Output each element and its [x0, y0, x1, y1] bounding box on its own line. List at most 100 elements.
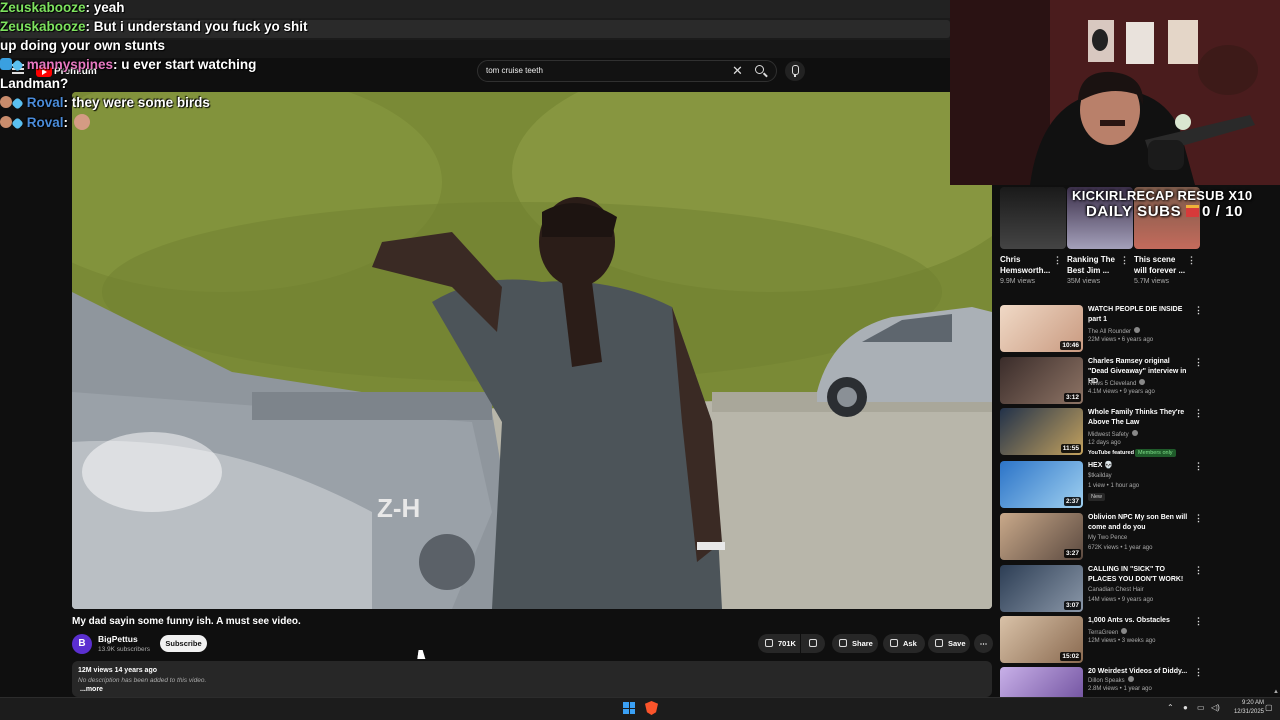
- more-options-icon[interactable]: ⋮: [1194, 565, 1203, 576]
- video-thumbnail[interactable]: 3:12: [1000, 357, 1083, 404]
- gift-icon: [1185, 205, 1199, 217]
- ask-button[interactable]: Ask: [883, 634, 925, 653]
- save-button[interactable]: Save: [928, 634, 970, 653]
- chat-message: mannyspines: u ever start watching: [0, 57, 256, 72]
- share-button[interactable]: Share: [832, 634, 878, 653]
- channel-name: News 5 Cleveland: [1088, 381, 1137, 387]
- video-duration: 3:27: [1063, 549, 1081, 558]
- windows-start-icon[interactable]: [623, 702, 635, 714]
- streamer-webcam: [950, 0, 1280, 185]
- notification-icon[interactable]: ▢: [1265, 703, 1273, 712]
- video-thumbnail[interactable]: [1000, 667, 1083, 697]
- recommendation-title[interactable]: 1,000 Ants vs. Obstacles: [1088, 616, 1192, 626]
- chevron-up-icon[interactable]: ⌃: [1167, 703, 1174, 712]
- recommendation-item[interactable]: 3:12 Charles Ramsey original "Dead Givea…: [1000, 357, 1210, 407]
- channel-avatar[interactable]: B: [72, 634, 92, 654]
- network-icon[interactable]: ▭: [1197, 703, 1205, 712]
- clock-time[interactable]: 9:20 AM: [1236, 700, 1264, 706]
- short-thumbnail[interactable]: [1000, 187, 1066, 249]
- short-title[interactable]: Ranking The Best Jim ...: [1067, 254, 1123, 276]
- more-options-icon[interactable]: ⋮: [1194, 357, 1203, 368]
- channel-name: Canadian Chest Hair: [1088, 587, 1144, 593]
- clock-date[interactable]: 12/31/2025: [1226, 709, 1264, 715]
- more-options-icon[interactable]: ⋮: [1053, 255, 1062, 266]
- channel-name[interactable]: BigPettus: [98, 634, 138, 644]
- more-actions-icon[interactable]: ⋯: [974, 634, 993, 653]
- search-icon[interactable]: [752, 62, 770, 80]
- description-box[interactable]: [72, 661, 992, 697]
- recommendation-channel[interactable]: Midwest Safety: [1088, 430, 1138, 438]
- more-options-icon[interactable]: ⋮: [1194, 667, 1203, 678]
- chat-message: Zeuskabooze: yeah: [0, 0, 125, 15]
- recommendation-title[interactable]: Whole Family Thinks They're Above The La…: [1088, 408, 1192, 428]
- channel-name: The All Rounder: [1088, 329, 1132, 335]
- featured-tag: YouTube featured: [1088, 450, 1134, 456]
- scroll-arrow-icon[interactable]: ▲: [1273, 689, 1279, 695]
- volume-icon[interactable]: ◁): [1211, 703, 1220, 712]
- like-button[interactable]: 701K: [758, 634, 800, 653]
- video-frame-illustration: Z-H: [72, 92, 992, 609]
- recommendation-item[interactable]: 3:07 CALLING IN "SICK" TO PLACES YOU DON…: [1000, 565, 1210, 615]
- recommendation-item[interactable]: 3:27 Oblivion NPC My son Ben will come a…: [1000, 513, 1210, 563]
- recommendation-meta: 22M views • 6 years ago: [1088, 337, 1154, 343]
- channel-name: Dillon Speaks: [1088, 678, 1125, 684]
- recommendation-item[interactable]: 11:55 Whole Family Thinks They're Above …: [1000, 408, 1210, 458]
- video-player[interactable]: Z-H: [72, 92, 992, 609]
- subscribe-button[interactable]: Subscribe: [160, 635, 207, 652]
- video-thumbnail[interactable]: 10:46: [1000, 305, 1083, 352]
- chat-username: Roval: [26, 95, 64, 110]
- tab-strip[interactable]: [0, 0, 950, 18]
- short-title[interactable]: This scene will forever ...: [1134, 254, 1190, 276]
- video-thumbnail[interactable]: 11:55: [1000, 408, 1083, 455]
- recommendation-item[interactable]: 20 Weirdest Videos of Diddy... Dillon Sp…: [1000, 667, 1210, 697]
- more-options-icon[interactable]: ⋮: [1194, 461, 1203, 472]
- recommendation-title[interactable]: WATCH PEOPLE DIE INSIDE part 1: [1088, 305, 1192, 325]
- clear-search-icon[interactable]: ✕: [732, 63, 743, 79]
- mouse-cursor-icon: [417, 650, 427, 659]
- video-thumbnail[interactable]: 2:37: [1000, 461, 1083, 508]
- recommendation-channel[interactable]: My Two Pence: [1088, 535, 1127, 541]
- ask-label: Ask: [903, 639, 917, 648]
- chat-message: Zeuskabooze: But i understand you fuck y…: [0, 19, 308, 34]
- more-options-icon[interactable]: ⋮: [1187, 255, 1196, 266]
- show-more-link[interactable]: ...more: [80, 686, 103, 693]
- sword-badge-icon: [11, 59, 24, 72]
- video-thumbnail[interactable]: 3:27: [1000, 513, 1083, 560]
- recommendation-channel[interactable]: News 5 Cleveland: [1088, 379, 1146, 387]
- share-icon: [839, 639, 847, 647]
- dislike-button[interactable]: [801, 634, 825, 653]
- chat-text: u ever start watching: [117, 57, 257, 72]
- chat-username: Roval: [26, 115, 64, 130]
- more-options-icon[interactable]: ⋮: [1120, 255, 1129, 266]
- video-duration: 2:37: [1063, 497, 1081, 506]
- recommendation-item[interactable]: 10:46 WATCH PEOPLE DIE INSIDE part 1 The…: [1000, 305, 1210, 355]
- verified-icon: [1139, 379, 1146, 385]
- goal-count: 0 / 10: [1201, 203, 1244, 220]
- microphone-tray-icon[interactable]: ●: [1183, 703, 1188, 712]
- recommendation-channel[interactable]: $tkailday: [1088, 473, 1112, 479]
- more-options-icon[interactable]: ⋮: [1194, 408, 1203, 419]
- recommendation-item[interactable]: 2:37 HEX 💀 $tkailday 1 view • 1 hour ago…: [1000, 461, 1210, 511]
- video-thumbnail[interactable]: 3:07: [1000, 565, 1083, 612]
- recommendation-title[interactable]: HEX 💀: [1088, 461, 1192, 471]
- video-thumbnail[interactable]: 15:02: [1000, 616, 1083, 663]
- recommendation-title[interactable]: Oblivion NPC My son Ben will come and do…: [1088, 513, 1192, 533]
- video-duration: 15:02: [1060, 652, 1081, 661]
- microphone-icon[interactable]: [785, 61, 805, 81]
- search-input[interactable]: tom cruise teeth: [486, 66, 543, 75]
- channel-name: TerraGreen: [1088, 630, 1119, 636]
- recommendation-channel[interactable]: The All Rounder: [1088, 327, 1141, 335]
- recommendation-meta: 1 view • 1 hour ago: [1088, 483, 1140, 489]
- new-badge: New: [1088, 493, 1106, 501]
- more-options-icon[interactable]: ⋮: [1194, 513, 1203, 524]
- recommendation-channel[interactable]: Dillon Speaks: [1088, 676, 1134, 684]
- video-duration: 3:12: [1063, 393, 1081, 402]
- more-options-icon[interactable]: ⋮: [1194, 616, 1203, 627]
- recommendation-item[interactable]: 15:02 1,000 Ants vs. Obstacles TerraGree…: [1000, 616, 1210, 666]
- recommendation-channel[interactable]: TerraGreen: [1088, 628, 1128, 636]
- recommendation-title[interactable]: CALLING IN "SICK" TO PLACES YOU DON'T WO…: [1088, 565, 1192, 585]
- chat-message: Roval:: [0, 114, 91, 130]
- more-options-icon[interactable]: ⋮: [1194, 305, 1203, 316]
- recommendation-channel[interactable]: Canadian Chest Hair: [1088, 587, 1144, 593]
- short-title[interactable]: Chris Hemsworth...: [1000, 254, 1056, 276]
